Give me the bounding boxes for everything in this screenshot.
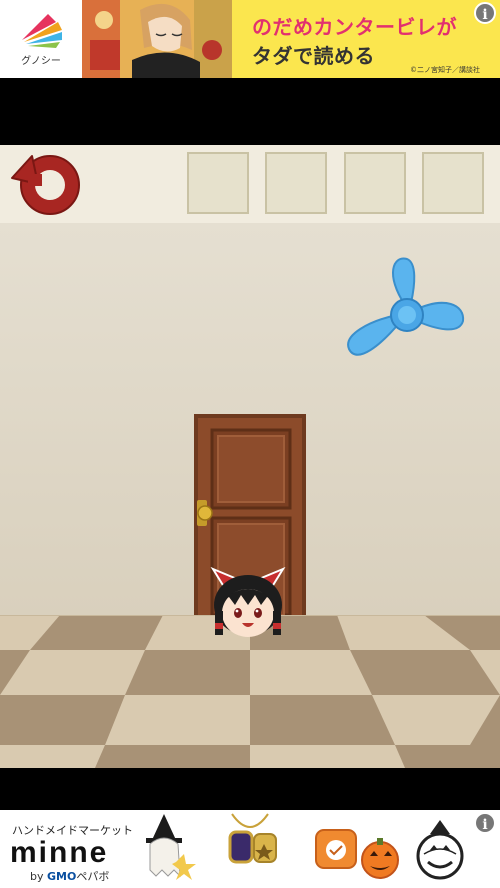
handmade-goods-illustration	[146, 813, 464, 880]
byline-brand: GMO	[47, 870, 77, 883]
fan-icon	[347, 257, 465, 356]
ad-credit: ©二ノ宮知子／講談社	[410, 66, 480, 74]
manga-illustration	[82, 0, 232, 78]
reset-button[interactable]	[6, 148, 88, 218]
gnosy-label: グノシー	[21, 56, 61, 67]
yukkuri-reimu-character[interactable]	[207, 566, 289, 641]
info-icon[interactable]: i	[474, 2, 496, 24]
inventory-slot-1[interactable]	[187, 152, 249, 214]
minne-logo: minne	[10, 836, 109, 869]
inventory-slot-2[interactable]	[265, 152, 327, 214]
info-icon[interactable]: i	[474, 812, 496, 834]
byline-prefix: by	[30, 870, 47, 883]
ad-byline: by GMOペパボ	[30, 868, 109, 884]
blue-fan[interactable]	[345, 255, 469, 375]
inventory-slot-3[interactable]	[344, 152, 406, 214]
room-scene	[0, 223, 500, 768]
inventory-slot-4[interactable]	[422, 152, 484, 214]
refresh-arrow-icon	[11, 155, 80, 215]
ad-subheadline: タダで読める	[252, 44, 375, 68]
top-ad-banner[interactable]: グノシー のだめカンタービレが タダで読める ©二ノ宮知子／講談社 i	[0, 0, 500, 78]
gnosy-logo-icon	[22, 14, 62, 48]
ad-headline: のだめカンタービレが	[252, 15, 457, 39]
byline-suffix: ペパボ	[76, 870, 110, 883]
